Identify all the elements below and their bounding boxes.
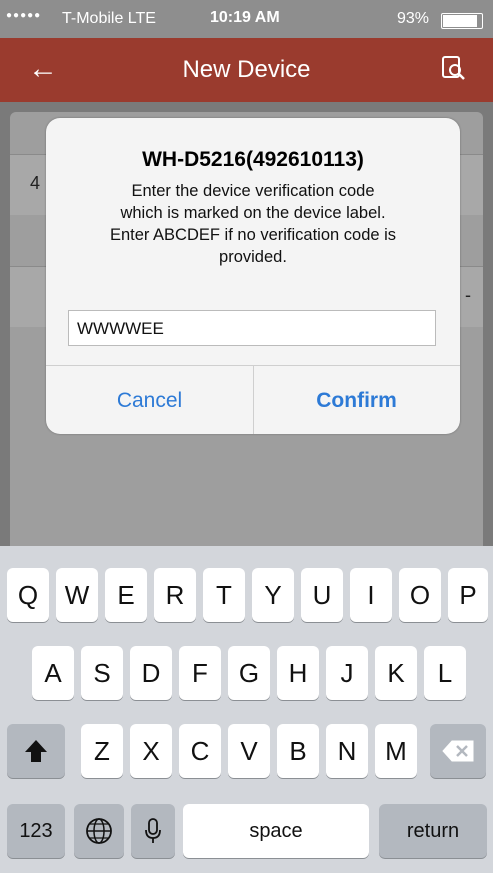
cancel-button[interactable]: Cancel [46, 366, 254, 434]
globe-icon [86, 818, 112, 844]
nav-header: ← New Device [0, 38, 493, 102]
backspace-icon [442, 740, 474, 762]
key-j[interactable]: J [326, 646, 368, 700]
search-document-icon[interactable] [439, 54, 467, 82]
space-key[interactable]: space [183, 804, 369, 858]
delete-key[interactable] [430, 724, 486, 778]
dialog-button-bar: Cancel Confirm [46, 365, 460, 434]
key-c[interactable]: C [179, 724, 221, 778]
signal-dots-icon: ●●●●● [6, 10, 42, 21]
key-l[interactable]: L [424, 646, 466, 700]
dialog-message: Enter the device verification code which… [64, 180, 442, 268]
battery-percentage: 93% [396, 10, 429, 27]
key-u[interactable]: U [301, 568, 343, 622]
key-x[interactable]: X [130, 724, 172, 778]
carrier-label: T-Mobile LTE [62, 10, 156, 27]
key-h[interactable]: H [277, 646, 319, 700]
battery-icon [441, 13, 483, 29]
status-bar: ●●●●● T-Mobile LTE 10:19 AM 93% [0, 0, 493, 38]
key-f[interactable]: F [179, 646, 221, 700]
dialog-message-line: Enter the device verification code [131, 182, 375, 200]
key-g[interactable]: G [228, 646, 270, 700]
globe-key[interactable] [74, 804, 124, 858]
key-q[interactable]: Q [7, 568, 49, 622]
return-key[interactable]: return [379, 804, 487, 858]
list-item-text: 4 [30, 173, 41, 193]
key-i[interactable]: I [350, 568, 392, 622]
key-p[interactable]: P [448, 568, 488, 622]
key-k[interactable]: K [375, 646, 417, 700]
list-item-text: - [465, 285, 471, 305]
page-title: New Device [182, 56, 311, 83]
key-w[interactable]: W [56, 568, 98, 622]
key-z[interactable]: Z [81, 724, 123, 778]
key-s[interactable]: S [81, 646, 123, 700]
dialog-title: WH-D5216(492610113) [142, 148, 364, 171]
microphone-icon [145, 818, 161, 843]
key-e[interactable]: E [105, 568, 147, 622]
key-o[interactable]: O [399, 568, 441, 622]
dialog-message-line: Enter ABCDEF if no verification code is [109, 226, 397, 244]
confirm-button[interactable]: Confirm [253, 366, 460, 434]
verification-dialog: WH-D5216(492610113) Enter the device ver… [46, 118, 460, 434]
keyboard: Q W E R T Y U I O P A S D F G H J K L Z … [0, 546, 493, 873]
key-r[interactable]: R [154, 568, 196, 622]
key-t[interactable]: T [203, 568, 245, 622]
shift-arrow-icon [25, 740, 47, 762]
microphone-key[interactable] [131, 804, 175, 858]
verification-code-input[interactable]: WWWWEE [68, 310, 436, 346]
key-y[interactable]: Y [252, 568, 294, 622]
key-b[interactable]: B [277, 724, 319, 778]
shift-key[interactable] [7, 724, 65, 778]
key-m[interactable]: M [375, 724, 417, 778]
key-a[interactable]: A [32, 646, 74, 700]
dialog-message-line: which is marked on the device label. [120, 204, 386, 222]
key-v[interactable]: V [228, 724, 270, 778]
key-d[interactable]: D [130, 646, 172, 700]
key-n[interactable]: N [326, 724, 368, 778]
dialog-message-line: provided. [219, 248, 287, 266]
numbers-key[interactable]: 123 [7, 804, 65, 858]
clock: 10:19 AM [210, 9, 280, 26]
